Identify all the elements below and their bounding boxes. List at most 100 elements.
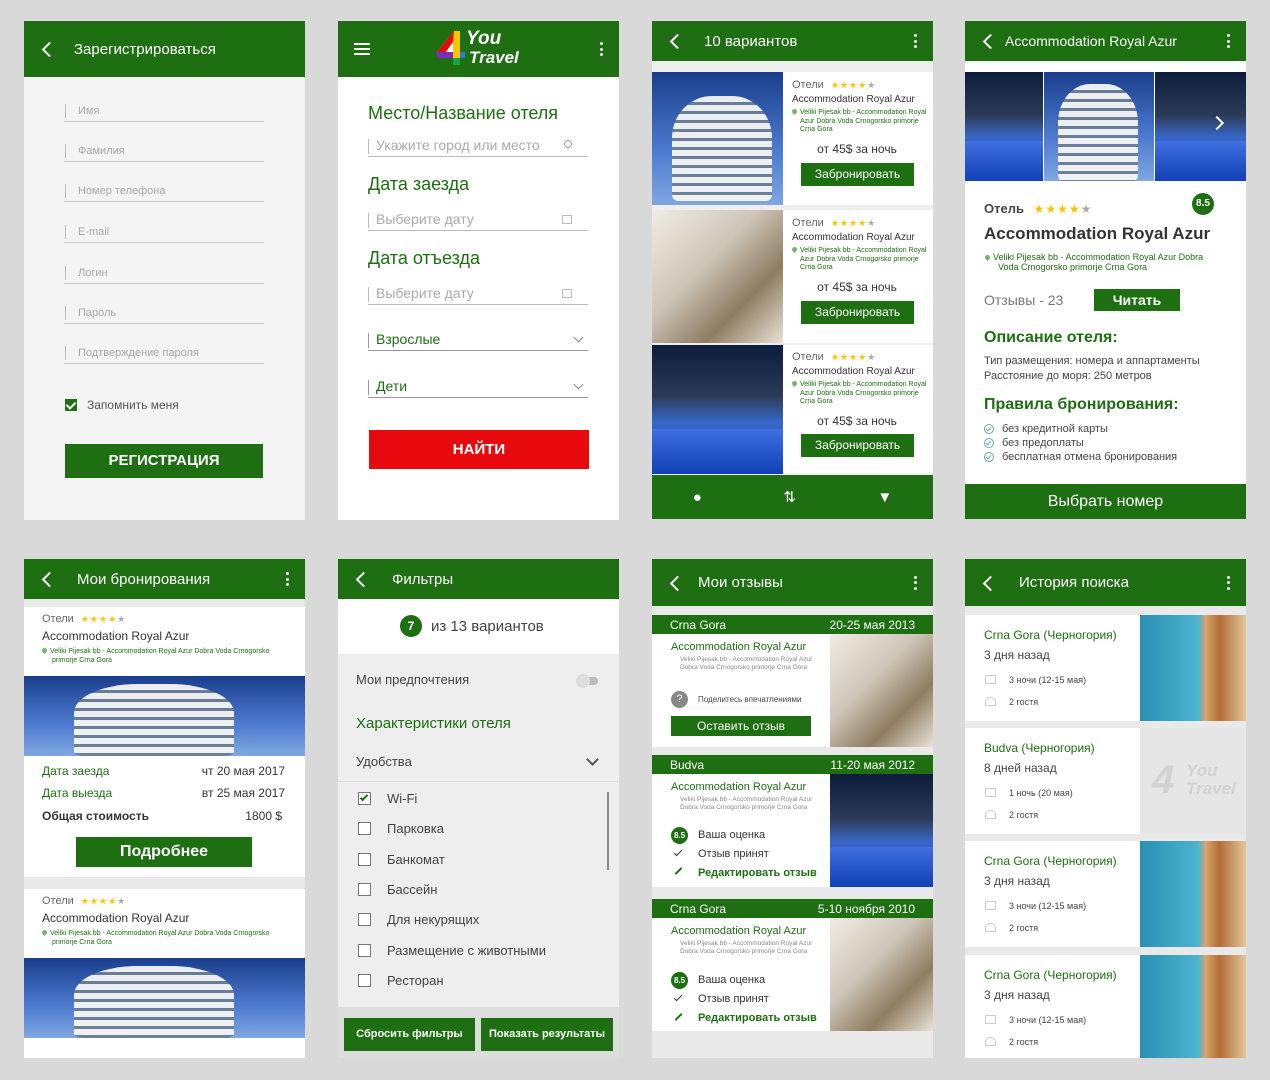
amenity-checkbox[interactable] xyxy=(358,822,371,835)
filter-icon[interactable]: ▼ xyxy=(877,489,892,506)
history-item[interactable]: Crna Gora (Черногория) 3 дня назад 3 ноч… xyxy=(965,955,1246,1058)
history-nights: 3 ночи (12-15 мая) xyxy=(1009,901,1087,911)
hotel-address: Veliki Pijesak bb - Accommodation Royal … xyxy=(680,796,813,811)
star-rating: ★★★★★ xyxy=(1033,202,1093,216)
history-item[interactable]: Budva (Черногория) 8 дней назад 1 ночь (… xyxy=(965,728,1246,834)
result-card[interactable]: Отели ★★★★★ Accommodation Royal Azur Vel… xyxy=(652,210,933,343)
book-button[interactable]: Забронировать xyxy=(801,162,914,186)
more-menu-icon[interactable] xyxy=(913,575,917,590)
hotel-address: Veliki Pijesak bb - Accommodation Royal … xyxy=(983,252,1225,272)
more-menu-icon[interactable] xyxy=(599,42,603,56)
back-arrow-icon[interactable] xyxy=(981,33,997,49)
filters-screen: Фильтры 7 из 13 вариантов Мои предпочтен… xyxy=(338,559,619,1058)
more-menu-icon[interactable] xyxy=(285,572,289,586)
app-logo: You Travel xyxy=(432,28,528,70)
map-pin-icon xyxy=(790,107,799,116)
category-label: Отель xyxy=(984,201,1024,216)
category-label: Отели xyxy=(792,217,824,229)
book-button[interactable]: Забронировать xyxy=(801,300,914,324)
amenity-checkbox[interactable] xyxy=(358,974,371,987)
check-icon xyxy=(673,992,683,1002)
chevron-down-icon[interactable] xyxy=(586,753,599,766)
search-icon xyxy=(564,140,572,148)
destination-photo xyxy=(1140,955,1246,1058)
history-guests: 2 гостя xyxy=(1009,697,1039,707)
details-button[interactable]: Подробнее xyxy=(76,837,252,867)
checkin-input[interactable]: Выберите дату xyxy=(368,211,588,231)
more-menu-icon[interactable] xyxy=(1226,575,1230,590)
category-row: Отели ★★★★★ xyxy=(792,217,933,229)
history-nights: 1 ночь (20 мая) xyxy=(1009,788,1073,798)
back-arrow-icon[interactable] xyxy=(40,41,56,57)
password-confirm-field[interactable]: Подтверждение пароля xyxy=(64,344,264,364)
hotel-details-screen: Accommodation Royal Azur Отель ★★★★★ 8.5… xyxy=(965,21,1246,519)
last-name-field[interactable]: Фамилия xyxy=(64,142,264,162)
preferences-toggle[interactable] xyxy=(576,674,598,688)
photo-gallery[interactable] xyxy=(965,72,1246,181)
sort-icon[interactable]: ⇅ xyxy=(783,488,796,506)
history-item[interactable]: Crna Gora (Черногория) 3 дня назад 3 ноч… xyxy=(965,841,1246,947)
star-rating: ★★★★★ xyxy=(830,218,877,228)
login-field[interactable]: Логин xyxy=(64,264,264,284)
back-arrow-icon[interactable] xyxy=(981,575,997,591)
register-button[interactable]: РЕГИСТРАЦИЯ xyxy=(65,444,263,478)
children-select[interactable]: Дети xyxy=(368,378,588,398)
header-title: Accommodation Royal Azur xyxy=(1005,33,1177,49)
score-badge: 8.5 xyxy=(671,827,688,844)
more-menu-icon[interactable] xyxy=(913,34,917,48)
read-reviews-button[interactable]: Читать xyxy=(1094,289,1180,311)
reviews-screen: Мои отзывы Crna Gora 20-25 мая 2013 Accom… xyxy=(652,559,933,1058)
first-name-field[interactable]: Имя xyxy=(64,102,264,122)
amenity-checkbox[interactable] xyxy=(358,883,371,896)
password-field[interactable]: Пароль xyxy=(64,304,264,324)
map-pin-icon xyxy=(790,245,799,254)
amenity-checkbox[interactable] xyxy=(358,792,371,805)
result-card[interactable]: Отели ★★★★★ Accommodation Royal Azur Vel… xyxy=(652,345,933,474)
app-header: Фильтры xyxy=(338,559,619,599)
amenity-checkbox[interactable] xyxy=(358,944,371,957)
chevron-down-icon xyxy=(573,332,584,343)
reset-filters-button[interactable]: Сбросить фильтры xyxy=(344,1018,475,1051)
adults-select[interactable]: Взрослые xyxy=(368,331,588,351)
leave-review-button[interactable]: Оставить отзыв xyxy=(671,716,811,736)
review-status: Отзыв принят xyxy=(698,848,769,860)
amenity-checkbox[interactable] xyxy=(358,853,371,866)
edit-review-link[interactable]: Редактировать отзыв xyxy=(698,1012,817,1024)
hotel-name: Accommodation Royal Azur xyxy=(42,911,190,925)
result-card[interactable]: Отели ★★★★★ Accommodation Royal Azur Vel… xyxy=(652,72,933,205)
back-arrow-icon[interactable] xyxy=(668,575,684,591)
review-card: Budva 11-20 мая 2012 Accommodation Royal … xyxy=(652,755,933,887)
scrollbar[interactable] xyxy=(607,792,609,870)
more-menu-icon[interactable] xyxy=(1226,34,1230,48)
remember-me-row: Запомнить меня xyxy=(65,398,179,412)
history-item[interactable]: Crna Gora (Черногория) 3 дня назад 3 ноч… xyxy=(965,615,1246,721)
hotel-name: Accommodation Royal Azur xyxy=(792,94,915,105)
map-pin-icon[interactable]: ● xyxy=(693,489,702,506)
select-room-button[interactable]: Выбрать номер xyxy=(965,484,1246,519)
score-badge: 8.5 xyxy=(1192,193,1214,215)
phone-field[interactable]: Номер телефона xyxy=(64,182,264,202)
description-line: Тип размещения: номера и аппартаменты xyxy=(984,355,1200,367)
book-button[interactable]: Забронировать xyxy=(801,433,914,457)
search-screen: You Travel Место/Название отеля Укажите … xyxy=(338,21,619,520)
back-arrow-icon[interactable] xyxy=(40,571,56,587)
guests-icon xyxy=(985,1037,996,1046)
place-input[interactable]: Укажите город или место xyxy=(368,137,588,157)
header-title: 10 вариантов xyxy=(704,32,798,50)
menu-icon[interactable] xyxy=(354,43,370,55)
checkout-input[interactable]: Выберите дату xyxy=(368,285,588,305)
review-card: Crna Gora 5-10 ноября 2010 Accommodation … xyxy=(652,899,933,1031)
remember-checkbox[interactable] xyxy=(65,399,77,411)
hotel-photo xyxy=(652,72,783,205)
back-arrow-icon[interactable] xyxy=(668,33,684,49)
find-button[interactable]: НАЙТИ xyxy=(369,430,589,469)
amenities-label[interactable]: Удобства xyxy=(356,754,412,769)
amenity-checkbox[interactable] xyxy=(358,913,371,926)
show-results-button[interactable]: Показать результаты xyxy=(481,1018,613,1051)
children-label: Дети xyxy=(376,378,408,394)
back-arrow-icon[interactable] xyxy=(354,571,370,587)
edit-review-link[interactable]: Редактировать отзыв xyxy=(698,867,817,879)
review-status: Отзыв принят xyxy=(698,993,769,1005)
app-header: Мои бронирования xyxy=(24,559,305,599)
email-field[interactable]: E-mail xyxy=(64,223,264,243)
